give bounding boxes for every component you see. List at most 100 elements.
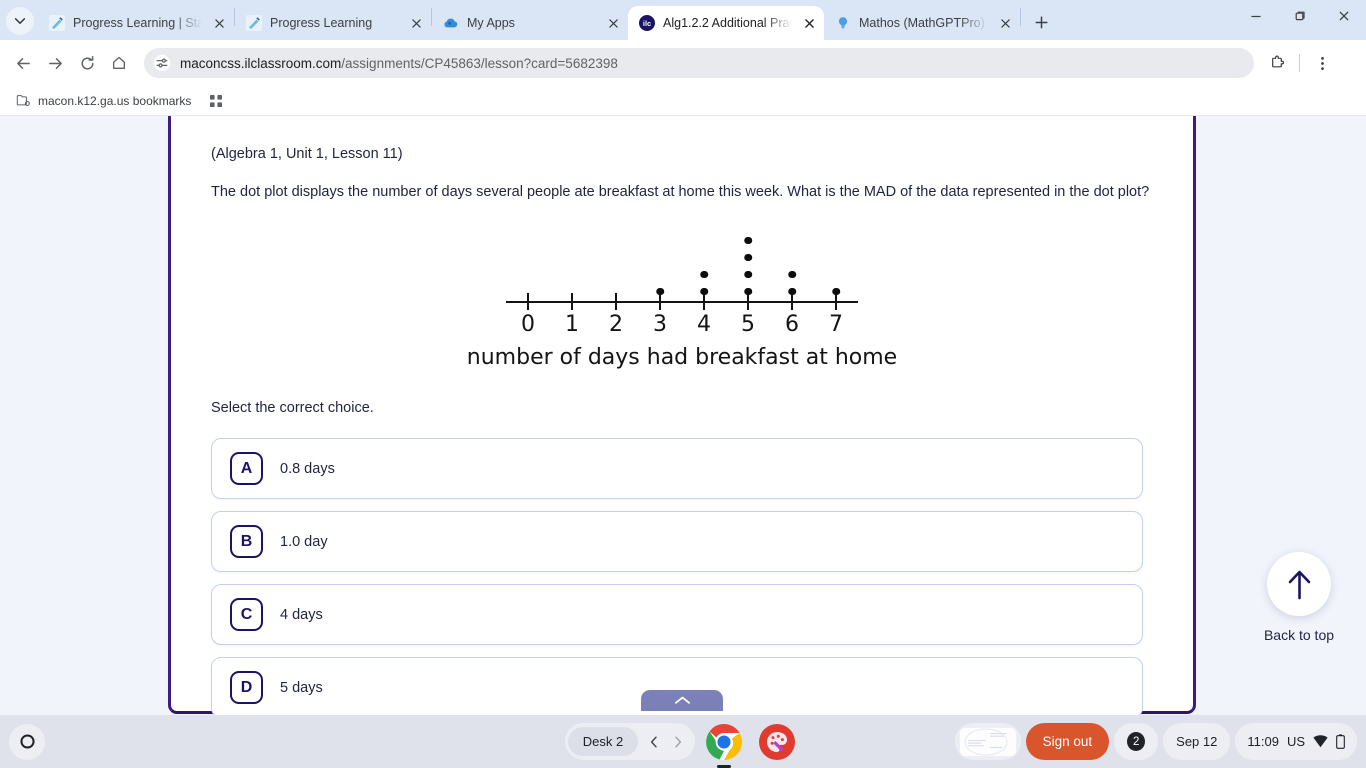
browser-tab-my-apps[interactable]: My Apps xyxy=(432,6,628,40)
dot-plot-figure: 0 1 2 3 4 5 6 7 number of days had breakfast at… xyxy=(211,221,1153,370)
chevron-down-icon xyxy=(14,18,26,24)
shelf-app-chrome[interactable] xyxy=(705,723,743,768)
chrome-menu-button[interactable] xyxy=(1307,48,1337,78)
arrow-right-icon xyxy=(48,57,62,69)
select-prompt: Select the correct choice. xyxy=(211,400,374,417)
axis-tick xyxy=(834,293,838,311)
axis-tick xyxy=(526,293,530,311)
collapse-panel-handle[interactable] xyxy=(641,690,723,711)
battery-icon xyxy=(1336,734,1345,749)
url-domain: maconcss.ilclassroom.com xyxy=(180,55,342,71)
forward-button[interactable] xyxy=(40,48,70,78)
axis-tick-label: 0 xyxy=(521,312,535,338)
page-viewport: (Algebra 1, Unit 1, Lesson 11) The dot p… xyxy=(0,116,1366,715)
browser-tab-progress-learning[interactable]: Progress Learning xyxy=(235,6,431,40)
close-window-button[interactable] xyxy=(1322,0,1366,32)
back-to-top-label: Back to top xyxy=(1263,627,1335,643)
arrow-up-icon xyxy=(1288,570,1310,599)
back-to-top-button[interactable]: Back to top xyxy=(1247,552,1351,643)
tab-close-button[interactable] xyxy=(800,14,818,32)
window-preview-tile[interactable] xyxy=(954,723,1021,760)
home-button[interactable] xyxy=(104,48,134,78)
desk-previous-button[interactable] xyxy=(643,727,665,756)
home-icon xyxy=(113,56,125,69)
arrow-left-icon xyxy=(16,57,30,69)
answer-choice-c[interactable]: C 4 days xyxy=(211,584,1143,646)
axis-tick xyxy=(702,293,706,311)
progress-learning-icon xyxy=(49,15,65,31)
tab-close-button[interactable] xyxy=(210,14,228,32)
new-tab-button[interactable] xyxy=(1027,8,1055,36)
browser-window: Progress Learning | Standards Progress L… xyxy=(0,0,1366,715)
answer-choices: A 0.8 days B 1.0 day C 4 days D 5 days xyxy=(211,438,1153,715)
reload-button[interactable] xyxy=(72,48,102,78)
tab-close-button[interactable] xyxy=(604,14,622,32)
address-bar[interactable]: maconcss.ilclassroom.com/assignments/CP4… xyxy=(144,48,1254,78)
answer-choice-a[interactable]: A 0.8 days xyxy=(211,438,1143,500)
back-button[interactable] xyxy=(8,48,38,78)
shelf-status-group: Sign out 2 Sep 12 11:09 US xyxy=(954,723,1357,760)
bookmarks-bar: macon.k12.ga.us bookmarks xyxy=(0,86,1366,116)
tab-strip: Progress Learning | Standards Progress L… xyxy=(0,0,1366,40)
choice-text: 4 days xyxy=(280,606,323,623)
date-tray-item[interactable]: Sep 12 xyxy=(1163,723,1231,760)
choice-letter-badge: C xyxy=(230,598,263,632)
system-shelf: Desk 2 Sign out 2 Sep 12 11:09 US xyxy=(0,715,1366,768)
minimize-button[interactable] xyxy=(1234,0,1278,32)
cloud-icon xyxy=(443,15,459,31)
ilc-icon: ilc xyxy=(639,15,655,31)
svg-text:ilc: ilc xyxy=(643,19,651,28)
data-point-dot xyxy=(700,287,708,296)
plus-icon xyxy=(1034,15,1048,29)
system-status-tray[interactable]: 11:09 US xyxy=(1235,723,1357,760)
axis-tick-label: 5 xyxy=(741,312,755,338)
tab-close-button[interactable] xyxy=(407,14,425,32)
data-point-dot xyxy=(832,287,840,296)
browser-tab-progress-learning-standards[interactable]: Progress Learning | Standards xyxy=(38,6,234,40)
launcher-button[interactable] xyxy=(9,723,45,760)
maximize-button[interactable] xyxy=(1278,0,1322,32)
number-line-axis xyxy=(506,300,858,304)
x-axis-label: number of days had breakfast at home xyxy=(466,345,898,371)
tab-title: Mathos (MathGPTPro) | AI Ma xyxy=(859,16,988,30)
axis-tick xyxy=(658,293,662,311)
tab-close-button[interactable] xyxy=(996,14,1014,32)
lesson-card: (Algebra 1, Unit 1, Lesson 11) The dot p… xyxy=(168,116,1196,715)
desk-switcher[interactable]: Desk 2 xyxy=(564,723,696,760)
answer-choice-b[interactable]: B 1.0 day xyxy=(211,511,1143,573)
reload-icon xyxy=(80,55,94,70)
browser-tab-mathos[interactable]: Mathos (MathGPTPro) | AI Ma xyxy=(824,6,1020,40)
bookmark-label: macon.k12.ga.us bookmarks xyxy=(38,93,192,108)
tab-search-button[interactable] xyxy=(6,7,34,35)
browser-tab-alg122-additional-practice[interactable]: ilc Alg1.2.2 Additional Practice P xyxy=(628,6,824,40)
notification-count-badge: 2 xyxy=(1127,732,1146,751)
notification-counter[interactable]: 2 xyxy=(1114,723,1159,760)
data-point-dot xyxy=(788,287,796,296)
question-body: (Algebra 1, Unit 1, Lesson 11) The dot p… xyxy=(171,116,1193,715)
progress-learning-icon xyxy=(246,15,262,31)
axis-tick-label: 7 xyxy=(829,312,843,338)
extensions-button[interactable] xyxy=(1262,48,1292,78)
data-point-dot xyxy=(744,236,752,245)
axis-tick xyxy=(790,293,794,311)
desk-name-pill[interactable]: Desk 2 xyxy=(567,727,639,756)
shelf-app-paint[interactable] xyxy=(758,723,796,761)
sign-out-button[interactable]: Sign out xyxy=(1025,723,1110,760)
desk-next-button[interactable] xyxy=(667,727,689,756)
tab-separator xyxy=(1020,8,1021,26)
back-to-top-circle[interactable] xyxy=(1267,552,1331,616)
minimize-icon xyxy=(1251,15,1261,18)
choice-text: 0.8 days xyxy=(280,460,335,477)
grid-apps-icon xyxy=(210,94,223,107)
app-running-indicator xyxy=(717,764,732,768)
tab-title: My Apps xyxy=(467,16,515,30)
bookmark-apps-grid-button[interactable] xyxy=(203,90,229,112)
close-icon xyxy=(1339,11,1349,21)
bookmark-macon-k12[interactable]: macon.k12.ga.us bookmarks xyxy=(10,90,197,111)
tab-title: Alg1.2.2 Additional Practice P xyxy=(663,16,792,30)
puzzle-icon xyxy=(1271,55,1284,67)
window-controls xyxy=(1234,0,1366,40)
chrome-app-icon xyxy=(706,723,743,760)
site-settings-icon[interactable] xyxy=(153,54,171,72)
choice-text: 5 days xyxy=(280,679,323,696)
